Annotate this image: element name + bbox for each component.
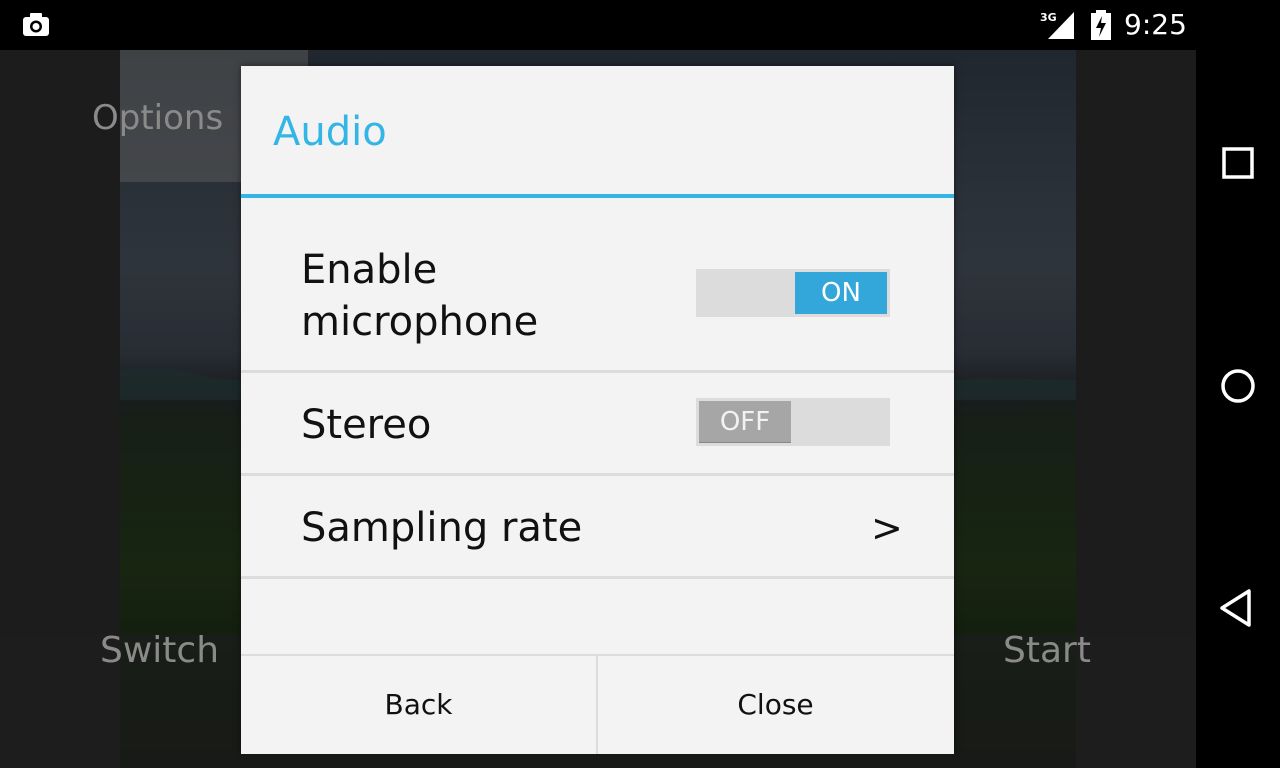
start-recording-button[interactable]: Start <box>1003 630 1091 671</box>
microphone-toggle[interactable]: ON <box>696 269 890 317</box>
stereo-toggle[interactable]: OFF <box>696 398 890 446</box>
options-button[interactable]: Options <box>92 98 223 138</box>
pref-partially-visible <box>241 579 954 619</box>
status-time: 9:25 <box>1124 8 1187 41</box>
status-bar: 3G 9:25 <box>0 0 1196 50</box>
pref-label: Sampling rate <box>301 505 583 551</box>
title-divider <box>241 194 954 198</box>
back-button[interactable]: Back <box>241 656 596 754</box>
pref-label: Enable microphone <box>301 244 641 348</box>
camera-icon <box>23 13 49 36</box>
dialog-title: Audio <box>273 109 387 155</box>
pref-label: Stereo <box>301 402 432 448</box>
toggle-thumb: OFF <box>699 401 791 443</box>
toggle-thumb: ON <box>795 272 887 314</box>
switch-camera-button[interactable]: Switch <box>100 630 219 671</box>
pref-stereo[interactable]: Stereo OFF <box>241 373 954 473</box>
dialog-button-bar: Back Close <box>241 654 954 754</box>
audio-settings-dialog: Audio Enable microphone ON Stereo OFF Sa… <box>241 66 954 754</box>
pref-label-text: Enable microphone <box>301 247 539 345</box>
battery-charging-icon <box>1091 10 1111 40</box>
home-icon[interactable] <box>1216 364 1260 408</box>
svg-text:3G: 3G <box>1040 11 1057 24</box>
recent-apps-icon[interactable] <box>1218 143 1258 183</box>
screen: 3G 9:25 Options Switch Start Audio Enabl… <box>0 0 1280 768</box>
back-icon[interactable] <box>1216 586 1260 630</box>
close-button[interactable]: Close <box>598 656 953 754</box>
chevron-right-icon: > <box>871 506 903 550</box>
navigation-bar <box>1196 0 1280 768</box>
signal-icon: 3G <box>1040 11 1074 39</box>
pref-enable-microphone[interactable]: Enable microphone ON <box>241 236 954 370</box>
pref-sampling-rate[interactable]: Sampling rate > <box>241 476 954 576</box>
